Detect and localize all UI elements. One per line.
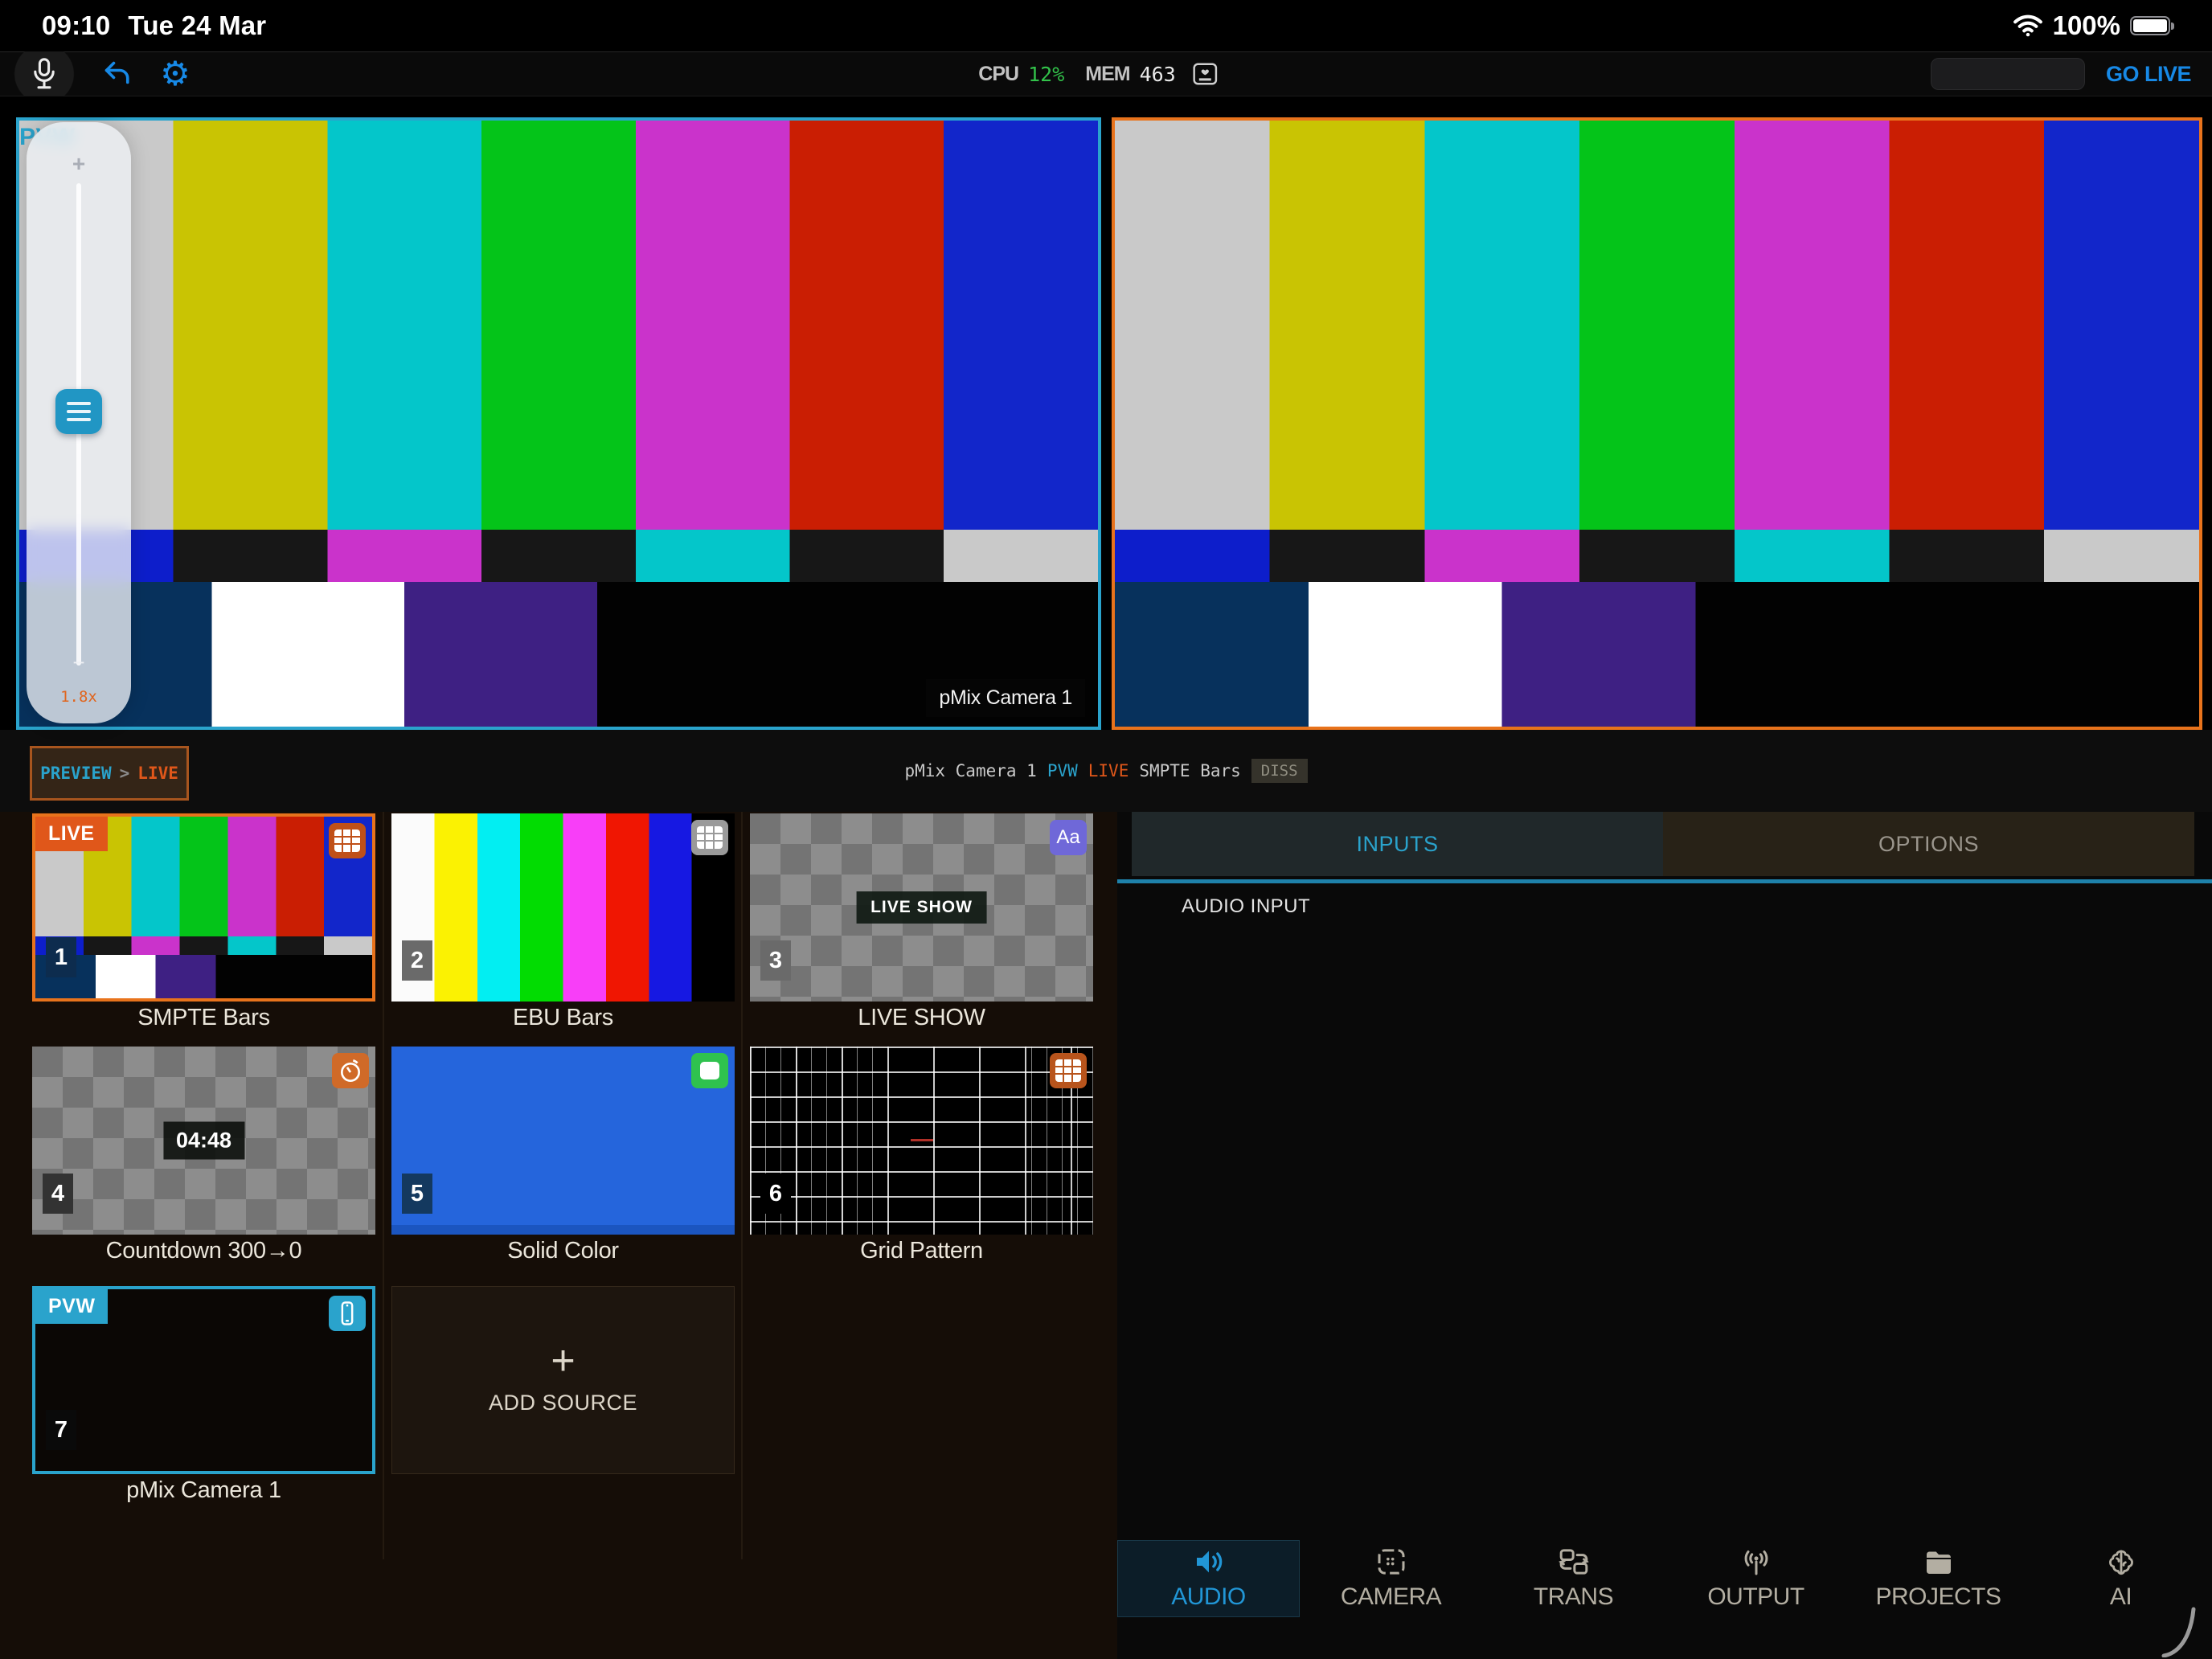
zoom-level-readout: 1.8x (27, 688, 131, 706)
source-label: SMPTE Bars (32, 1005, 375, 1031)
speaker-icon (1193, 1546, 1225, 1577)
stream-key-field[interactable] (1931, 58, 2085, 90)
generator-icon (691, 820, 728, 855)
camera-frame-icon (1375, 1546, 1407, 1577)
folder-icon (1923, 1546, 1955, 1577)
go-live-button[interactable]: GO LIVE (2106, 62, 2191, 87)
source-tile-grid-pattern[interactable]: 6 (750, 1047, 1093, 1235)
nav-trans[interactable]: TRANS (1482, 1540, 1665, 1617)
battery-percent: 100% (2053, 10, 2120, 41)
microphone-button[interactable] (0, 51, 88, 96)
source-tile-smpte-bars[interactable]: LIVE 1 (32, 813, 375, 1002)
mem-label: MEM (1085, 63, 1129, 86)
preview-video-smpte-bars: PVW + − 1.8x pMix Camera 1 (19, 121, 1098, 727)
add-source-button[interactable]: + ADD SOURCE (391, 1286, 735, 1474)
transition-bar: pMix Camera 1 PVW LIVE SMPTE Bars DISS P… (0, 730, 2212, 812)
text-title-icon: Aa (1050, 820, 1087, 855)
undo-icon (103, 60, 132, 88)
source-tile-pmix-camera[interactable]: PVW 7 (32, 1286, 375, 1474)
zoom-out-mark: − (27, 650, 131, 675)
source-tile-ebu-bars[interactable]: 2 (391, 813, 735, 1002)
app-toolbar: ⚙ CPU 12% MEM 463 GO LIVE (0, 51, 2212, 96)
source-number: 7 (46, 1410, 76, 1450)
preview-source-name: pMix Camera 1 (926, 679, 1085, 717)
settings-button[interactable]: ⚙ (146, 51, 204, 96)
program-video-smpte-bars (1115, 121, 2199, 727)
system-stats: CPU 12% MEM 463 (978, 52, 1219, 96)
live-source-name: SMPTE Bars (1139, 761, 1240, 780)
inspector-tabs: INPUTS OPTIONS (1132, 812, 2194, 876)
bottom-nav: AUDIO CAMERA TRANS OUTPUT (1117, 1540, 2212, 1617)
cpu-value: 12% (1028, 63, 1064, 86)
inspector-panel: INPUTS OPTIONS AUDIO INPUT AUDIO CAMERA (1117, 812, 2212, 1659)
gear-icon: ⚙ (160, 57, 190, 91)
sources-panel: LIVE 1 SMPTE Bars 2 EBU Bars Aa LIVE SHO… (0, 812, 1117, 1659)
clock: 09:10 (42, 10, 110, 41)
column-divider (383, 812, 384, 1559)
source-tile-live-show[interactable]: Aa LIVE SHOW 3 (750, 813, 1093, 1002)
cpu-label: CPU (978, 63, 1018, 86)
zoom-slider-handle[interactable] (55, 389, 102, 434)
title-text-preview: LIVE SHOW (856, 891, 987, 924)
zoom-in-mark: + (27, 151, 131, 177)
mix-status: pMix Camera 1 PVW LIVE SMPTE Bars DISS (0, 730, 2212, 812)
source-tile-countdown[interactable]: 04:48 4 (32, 1047, 375, 1235)
camera-zoom-slider[interactable]: + − 1.8x (27, 122, 131, 723)
live-badge: LIVE (35, 817, 108, 851)
pvw-tag: PVW (1047, 761, 1078, 780)
source-label: EBU Bars (391, 1005, 735, 1031)
source-number: 4 (43, 1174, 73, 1214)
program-monitor[interactable] (1112, 117, 2202, 730)
tab-inputs[interactable]: INPUTS (1132, 812, 1663, 876)
countdown-time: 04:48 (163, 1122, 244, 1160)
source-number: 2 (402, 940, 432, 981)
plus-icon: + (551, 1345, 575, 1378)
health-monitor-icon[interactable] (1192, 62, 1219, 86)
source-label: LIVE SHOW (750, 1005, 1093, 1031)
tab-options[interactable]: OPTIONS (1663, 812, 2194, 876)
source-tile-solid-color[interactable]: 5 (391, 1047, 735, 1235)
undo-button[interactable] (88, 51, 146, 96)
brain-icon (2105, 1546, 2137, 1577)
battery-icon (2130, 16, 2170, 35)
generator-icon (329, 823, 366, 858)
source-label: Countdown 300→0 (32, 1238, 375, 1264)
mem-value: 463 (1140, 63, 1176, 86)
wifi-icon (2013, 14, 2043, 38)
preview-to-live-button[interactable]: PREVIEW > LIVE (30, 746, 189, 801)
nav-camera[interactable]: CAMERA (1300, 1540, 1482, 1617)
source-number: 5 (402, 1174, 432, 1214)
tab-underline (1117, 879, 2212, 883)
source-number: 3 (760, 940, 791, 981)
solid-color-icon (691, 1053, 728, 1088)
timer-icon (332, 1053, 369, 1088)
date: Tue 24 Mar (128, 10, 266, 41)
generator-icon (1050, 1053, 1087, 1088)
nav-output[interactable]: OUTPUT (1665, 1540, 1847, 1617)
live-tag: LIVE (1088, 761, 1129, 780)
status-bar: 09:10 Tue 24 Mar 100% (0, 0, 2212, 51)
nav-projects[interactable]: PROJECTS (1847, 1540, 2030, 1617)
transition-mode-chip[interactable]: DISS (1251, 759, 1308, 783)
monitor-row: PVW + − 1.8x pMix Camera 1 (0, 117, 2212, 730)
source-number: 6 (760, 1174, 791, 1214)
nav-audio[interactable]: AUDIO (1117, 1540, 1300, 1617)
pvw-badge: PVW (35, 1289, 108, 1324)
source-label: pMix Camera 1 (32, 1477, 375, 1504)
source-number: 1 (46, 937, 76, 977)
preview-monitor[interactable]: PVW + − 1.8x pMix Camera 1 (16, 117, 1101, 730)
broadcast-icon (1740, 1546, 1772, 1577)
transition-icon (1558, 1546, 1590, 1577)
pvw-source-name: pMix Camera 1 (904, 761, 1036, 780)
corner-gesture-curve (2161, 1606, 2199, 1657)
phone-camera-icon (329, 1296, 366, 1331)
microphone-icon (31, 57, 58, 91)
column-divider (741, 812, 743, 1559)
source-label: Solid Color (391, 1238, 735, 1264)
audio-input-section-title: AUDIO INPUT (1182, 895, 1310, 918)
source-label: Grid Pattern (750, 1238, 1093, 1264)
